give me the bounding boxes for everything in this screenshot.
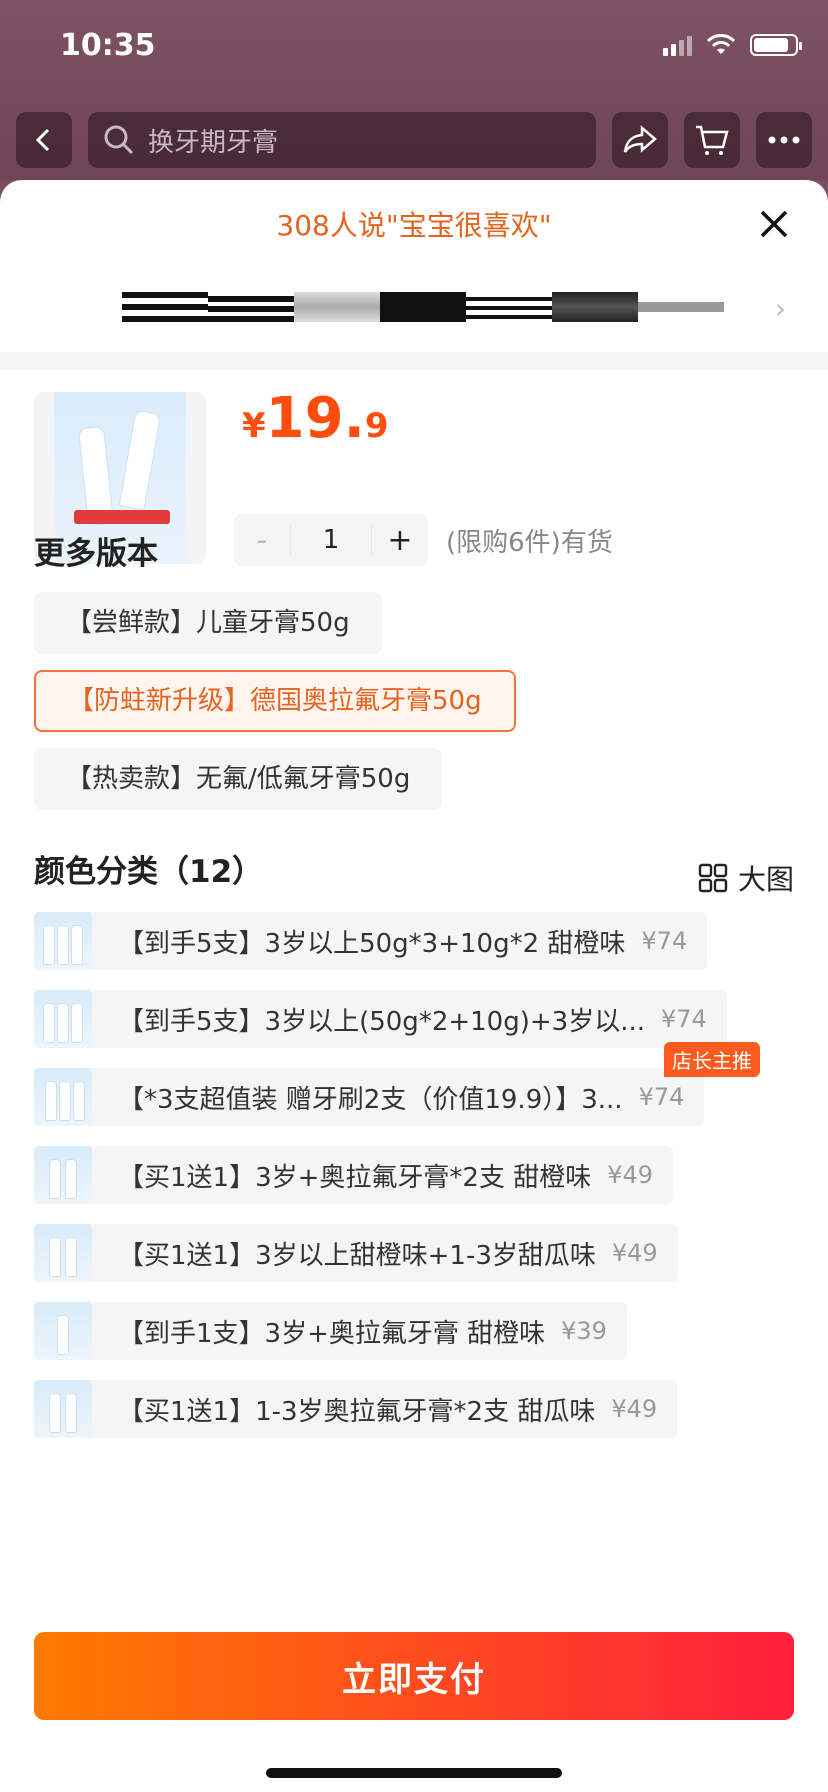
sku-price: ¥49 (611, 1395, 658, 1423)
sku-thumbnail (34, 1146, 92, 1204)
sku-price: ¥39 (561, 1317, 607, 1345)
sku-label: 【买1送1】1-3岁奥拉氟牙膏*2支 甜瓜味 (118, 1396, 596, 1427)
grid-icon (698, 863, 728, 893)
sku-price: ¥49 (611, 1239, 658, 1267)
sku-option[interactable]: 【*3支超值装 赠牙刷2支（价值19.9）】3... ¥74 (34, 1068, 705, 1126)
search-icon (104, 125, 134, 155)
sku-thumbnail (34, 990, 92, 1048)
sku-sheet: 308人说"宝宝很喜欢" › ¥19.9 - 1 + (限购6件)有货 更多版本… (0, 180, 828, 1792)
big-view-label: 大图 (737, 863, 794, 896)
pay-now-button[interactable]: 立即支付 (34, 1632, 794, 1720)
share-icon (623, 125, 657, 153)
sku-label: 【到手5支】3岁以上50g*3+10g*2 甜橙味 (118, 928, 626, 959)
price-integer: 19. (265, 386, 365, 451)
recommend-badge: 店长主推 (664, 1042, 760, 1077)
price-decimal: 9 (364, 406, 389, 446)
home-indicator (266, 1768, 562, 1778)
sheet-header: 308人说"宝宝很喜欢" (276, 209, 552, 242)
version-chip[interactable]: 【尝鲜款】儿童牙膏50g (34, 592, 382, 654)
sku-thumbnail (34, 1302, 92, 1360)
sku-price: ¥74 (638, 1083, 685, 1111)
sku-label: 【到手1支】3岁+奥拉氟牙膏 甜橙味 (118, 1318, 546, 1349)
price-currency: ¥ (242, 406, 266, 446)
chevron-right-icon[interactable]: › (775, 292, 786, 325)
stock-note: (限购6件)有货 (446, 528, 613, 558)
more-versions-title: 更多版本 (34, 536, 158, 572)
sku-price: ¥74 (641, 927, 688, 955)
sku-price: ¥49 (607, 1161, 654, 1189)
sku-option[interactable]: 【买1送1】1-3岁奥拉氟牙膏*2支 甜瓜味 ¥49 (34, 1380, 678, 1438)
section-divider (0, 352, 828, 370)
decrease-button[interactable]: - (234, 523, 290, 558)
cart-button[interactable] (684, 112, 740, 168)
battery-icon (750, 34, 802, 56)
list-bottom-mask (0, 1612, 828, 1622)
sku-thumbnail (34, 1068, 92, 1126)
close-icon[interactable] (754, 204, 794, 244)
cart-icon (696, 125, 729, 155)
status-icons (663, 34, 802, 56)
sku-option[interactable]: 【到手1支】3岁+奥拉氟牙膏 甜橙味 ¥39 (34, 1302, 627, 1360)
sku-label: 【*3支超值装 赠牙刷2支（价值19.9）】3... (118, 1084, 623, 1115)
more-icon (768, 136, 800, 144)
sku-option[interactable]: 【买1送1】3岁以上甜橙味+1-3岁甜瓜味 ¥49 (34, 1224, 678, 1282)
sku-thumbnail (34, 1380, 92, 1438)
sku-label: 【买1送1】3岁+奥拉氟牙膏*2支 甜橙味 (118, 1162, 592, 1193)
sku-price: ¥74 (661, 1005, 707, 1033)
sku-option[interactable]: 【买1送1】3岁+奥拉氟牙膏*2支 甜橙味 ¥49 (34, 1146, 674, 1204)
quantity-stepper: - 1 + (234, 514, 428, 566)
more-button[interactable] (756, 112, 812, 168)
sku-label: 【买1送1】3岁以上甜橙味+1-3岁甜瓜味 (118, 1240, 596, 1271)
increase-button[interactable]: + (372, 523, 428, 558)
color-category-title: 颜色分类（12） (34, 854, 264, 890)
price: ¥19.9 (242, 386, 389, 451)
quantity-value[interactable]: 1 (290, 525, 372, 555)
redacted-banner (122, 292, 724, 322)
sku-label: 【到手5支】3岁以上(50g*2+10g)+3岁以... (118, 1006, 645, 1037)
status-time: 10:35 (60, 28, 156, 63)
share-button[interactable] (612, 112, 668, 168)
search-placeholder: 换牙期牙膏 (148, 127, 279, 158)
big-view-toggle[interactable]: 大图 (698, 858, 794, 898)
back-icon (35, 128, 50, 152)
sku-thumbnail (34, 1224, 92, 1282)
top-bar: 10:35 换牙期牙膏 (0, 0, 828, 180)
sku-option[interactable]: 【到手5支】3岁以上50g*3+10g*2 甜橙味 ¥74 (34, 912, 708, 970)
version-chip[interactable]: 【热卖款】无氟/低氟牙膏50g (34, 748, 443, 810)
search-bar[interactable]: 换牙期牙膏 (88, 112, 596, 168)
sku-option[interactable]: 【到手5支】3岁以上(50g*2+10g)+3岁以... ¥74 (34, 990, 727, 1048)
version-chip-selected[interactable]: 【防蛀新升级】德国奥拉氟牙膏50g (34, 670, 516, 732)
back-button[interactable] (16, 112, 72, 168)
wifi-icon (706, 34, 736, 54)
signal-icon (663, 34, 692, 56)
sku-thumbnail (34, 912, 92, 970)
